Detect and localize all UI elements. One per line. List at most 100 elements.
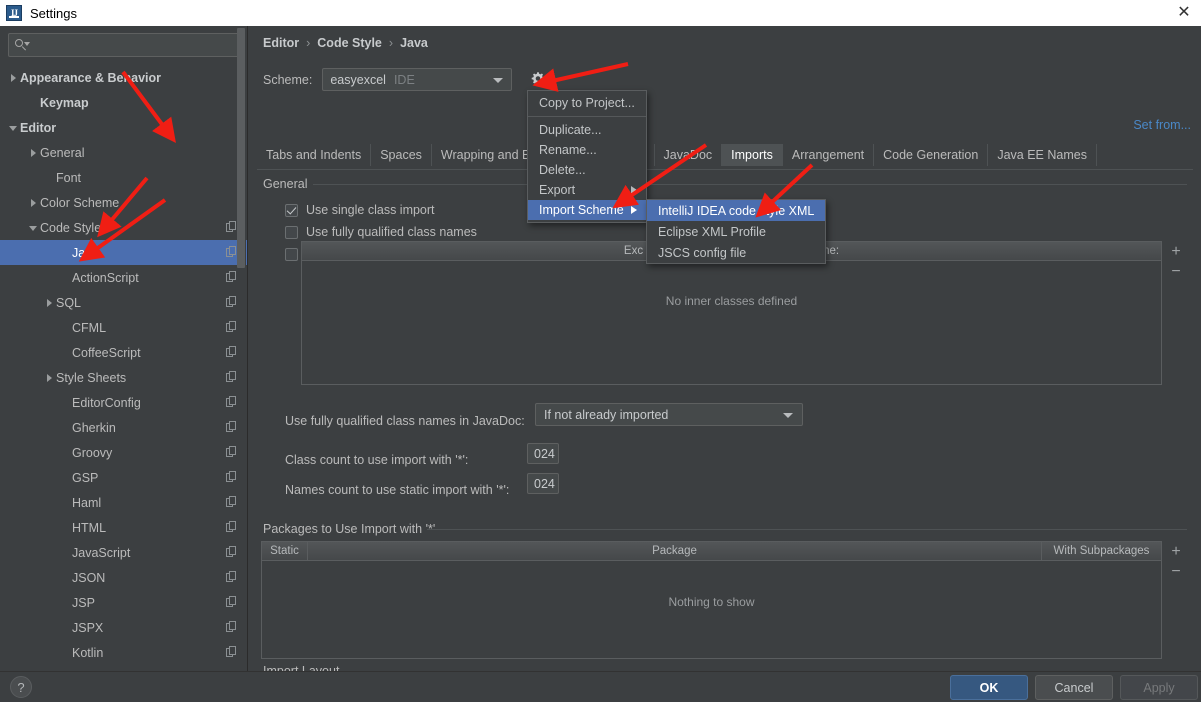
packages-table[interactable]: Static Package With Subpackages Nothing … bbox=[261, 541, 1162, 659]
copy-scheme-icon[interactable] bbox=[226, 321, 237, 333]
sidebar-item-jspx[interactable]: JSPX bbox=[0, 615, 247, 640]
sidebar-item-coffeescript[interactable]: CoffeeScript bbox=[0, 340, 247, 365]
checkbox-use-single-class-import[interactable]: Use single class import bbox=[285, 203, 435, 217]
sidebar-item-actionscript[interactable]: ActionScript bbox=[0, 265, 247, 290]
menu-item-copy-to-project[interactable]: Copy to Project... bbox=[528, 93, 646, 113]
chevron-right-icon[interactable] bbox=[44, 297, 56, 309]
sidebar-item-label: Appearance & Behavior bbox=[20, 70, 162, 85]
menu-item-export[interactable]: Export bbox=[528, 180, 646, 200]
exclude-table-toolbar: + − bbox=[1167, 242, 1185, 282]
search-input[interactable] bbox=[32, 35, 238, 55]
import-scheme-submenu[interactable]: IntelliJ IDEA code style XML Eclipse XML … bbox=[646, 199, 826, 264]
chevron-right-icon bbox=[631, 186, 637, 194]
sidebar-item-keymap[interactable]: Keymap bbox=[0, 90, 247, 115]
copy-scheme-icon[interactable] bbox=[226, 521, 237, 533]
window-title: Settings bbox=[30, 5, 77, 21]
sidebar-item-json[interactable]: JSON bbox=[0, 565, 247, 590]
checkbox-use-fully-qualified-class-names[interactable]: Use fully qualified class names bbox=[285, 225, 477, 239]
class-count-input[interactable]: 024 bbox=[527, 443, 559, 464]
menu-item-delete[interactable]: Delete... bbox=[528, 160, 646, 180]
sidebar-item-style-sheets[interactable]: Style Sheets bbox=[0, 365, 247, 390]
close-icon[interactable]: ✕ bbox=[1175, 4, 1193, 22]
copy-scheme-icon[interactable] bbox=[226, 596, 237, 608]
chevron-right-icon[interactable] bbox=[8, 72, 20, 84]
chevron-right-icon[interactable] bbox=[28, 197, 40, 209]
sidebar-item-cfml[interactable]: CFML bbox=[0, 315, 247, 340]
remove-package-button[interactable]: − bbox=[1167, 562, 1185, 582]
sidebar-item-jsp[interactable]: JSP bbox=[0, 590, 247, 615]
chevron-down-icon[interactable] bbox=[8, 122, 20, 134]
copy-scheme-icon[interactable] bbox=[226, 496, 237, 508]
menu-item-label: Export bbox=[539, 183, 576, 197]
sidebar-item-sql[interactable]: SQL bbox=[0, 290, 247, 315]
search-container bbox=[0, 26, 247, 63]
chevron-right-icon[interactable] bbox=[44, 372, 56, 384]
copy-scheme-icon[interactable] bbox=[226, 396, 237, 408]
copy-scheme-icon[interactable] bbox=[226, 446, 237, 458]
sidebar-item-general[interactable]: General bbox=[0, 140, 247, 165]
copy-scheme-icon[interactable] bbox=[226, 471, 237, 483]
copy-scheme-icon[interactable] bbox=[226, 346, 237, 358]
sidebar-scrollbar-thumb[interactable] bbox=[237, 28, 245, 268]
copy-scheme-icon[interactable] bbox=[226, 221, 237, 233]
checkbox-box[interactable] bbox=[285, 203, 298, 217]
submenu-item-jscs-config-file[interactable]: JSCS config file bbox=[647, 242, 825, 263]
sidebar-item-gherkin[interactable]: Gherkin bbox=[0, 415, 247, 440]
sidebar-item-haml[interactable]: Haml bbox=[0, 490, 247, 515]
copy-scheme-icon[interactable] bbox=[226, 571, 237, 583]
sidebar-item-label: GSP bbox=[72, 470, 99, 485]
menu-item-import-scheme[interactable]: Import Scheme bbox=[528, 200, 646, 220]
checkbox-box[interactable] bbox=[285, 247, 298, 261]
submenu-item-eclipse-xml-profile[interactable]: Eclipse XML Profile bbox=[647, 221, 825, 242]
sidebar-scrollbar-track[interactable] bbox=[237, 26, 246, 671]
sidebar-item-appearance-behavior[interactable]: Appearance & Behavior bbox=[0, 65, 247, 90]
copy-scheme-icon[interactable] bbox=[226, 621, 237, 633]
sidebar-item-javascript[interactable]: JavaScript bbox=[0, 540, 247, 565]
sidebar-item-editor[interactable]: Editor bbox=[0, 115, 247, 140]
chevron-right-icon[interactable] bbox=[28, 147, 40, 159]
apply-button[interactable]: Apply bbox=[1120, 675, 1198, 700]
remove-exclude-button[interactable]: − bbox=[1167, 262, 1185, 282]
sidebar-item-kotlin[interactable]: Kotlin bbox=[0, 640, 247, 665]
help-button[interactable]: ? bbox=[10, 676, 32, 698]
copy-scheme-icon[interactable] bbox=[226, 546, 237, 558]
search-box[interactable] bbox=[8, 33, 239, 57]
sidebar-item-java[interactable]: Java bbox=[0, 240, 247, 265]
column-package[interactable]: Package bbox=[308, 542, 1042, 560]
column-with-subpackages[interactable]: With Subpackages bbox=[1042, 542, 1161, 560]
add-exclude-button[interactable]: + bbox=[1167, 242, 1185, 262]
checkbox-box[interactable] bbox=[285, 225, 298, 239]
copy-scheme-icon[interactable] bbox=[226, 421, 237, 433]
settings-main-panel: Editor › Code Style › Java Scheme: easyexcel… bbox=[249, 26, 1201, 678]
packages-table-toolbar: + − bbox=[1167, 542, 1185, 582]
menu-item-duplicate[interactable]: Duplicate... bbox=[528, 120, 646, 140]
sidebar-item-color-scheme[interactable]: Color Scheme bbox=[0, 190, 247, 215]
sidebar-item-label: Haml bbox=[72, 495, 102, 510]
packages-group-title: Packages to Use Import with '*' bbox=[263, 522, 442, 536]
sidebar-item-editorconfig[interactable]: EditorConfig bbox=[0, 390, 247, 415]
sidebar-item-html[interactable]: HTML bbox=[0, 515, 247, 540]
menu-item-rename[interactable]: Rename... bbox=[528, 140, 646, 160]
cancel-button[interactable]: Cancel bbox=[1035, 675, 1113, 700]
submenu-item-intellij-idea-code-style-xml[interactable]: IntelliJ IDEA code style XML bbox=[647, 200, 825, 221]
sidebar-item-font[interactable]: Font bbox=[0, 165, 247, 190]
scheme-context-menu[interactable]: Copy to Project... Duplicate... Rename... D… bbox=[527, 90, 647, 223]
packages-group-line bbox=[427, 529, 1187, 530]
copy-scheme-icon[interactable] bbox=[226, 371, 237, 383]
copy-scheme-icon[interactable] bbox=[226, 296, 237, 308]
sidebar-item-groovy[interactable]: Groovy bbox=[0, 440, 247, 465]
sidebar-item-code-style[interactable]: Code Style bbox=[0, 215, 247, 240]
column-static[interactable]: Static bbox=[262, 542, 308, 560]
sidebar-item-gsp[interactable]: GSP bbox=[0, 465, 247, 490]
copy-scheme-icon[interactable] bbox=[226, 271, 237, 283]
sidebar-item-label: Editor bbox=[20, 120, 57, 135]
add-package-button[interactable]: + bbox=[1167, 542, 1185, 562]
copy-scheme-icon[interactable] bbox=[226, 646, 237, 658]
names-count-input[interactable]: 024 bbox=[527, 473, 559, 494]
ok-button[interactable]: OK bbox=[950, 675, 1028, 700]
copy-scheme-icon[interactable] bbox=[226, 246, 237, 258]
javadoc-fqcn-combobox[interactable]: If not already imported bbox=[535, 403, 803, 426]
chevron-down-icon[interactable] bbox=[28, 222, 40, 234]
